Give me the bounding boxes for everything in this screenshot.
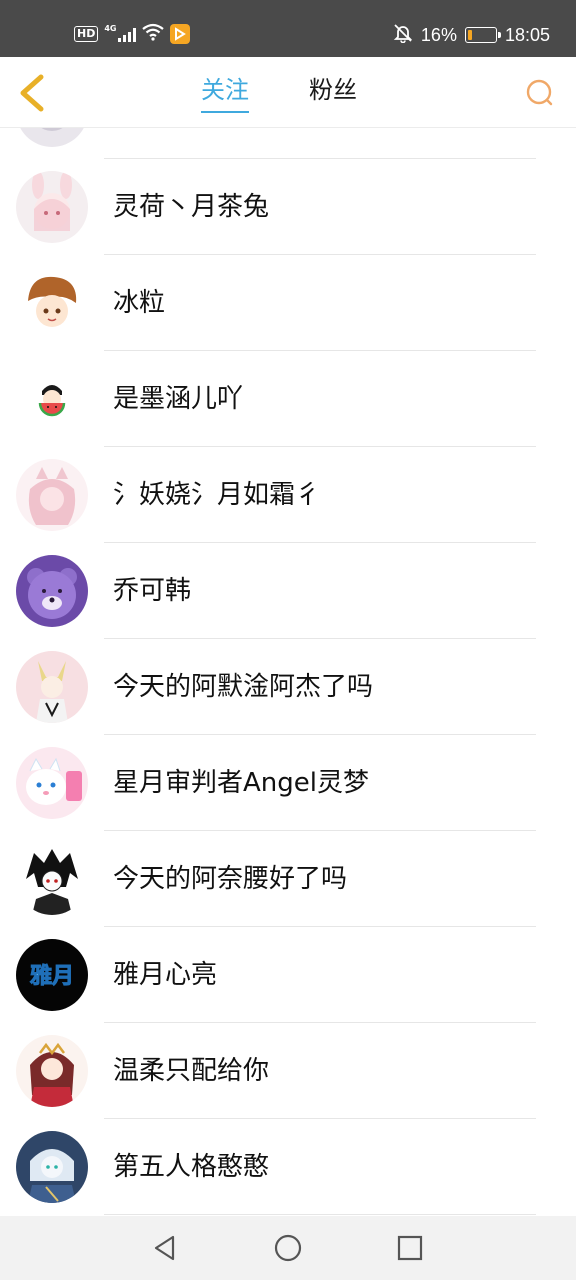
avatar xyxy=(16,747,88,819)
user-name: 灵荷丶月茶兔 xyxy=(113,192,270,222)
list-item[interactable]: 雅月 雅月心亮 xyxy=(0,927,576,1023)
list-item[interactable]: 第五人格憨憨 xyxy=(0,1119,576,1215)
user-name: 今天的阿奈腰好了吗 xyxy=(113,864,348,894)
tab-following[interactable]: 关注 xyxy=(201,75,249,113)
list-item[interactable]: 今天的阿奈腰好了吗 xyxy=(0,831,576,927)
user-name: 乔可韩 xyxy=(113,576,192,606)
avatar xyxy=(16,128,88,147)
list-item[interactable]: 灵荷丶月茶兔 xyxy=(0,159,576,255)
avatar xyxy=(16,843,88,915)
avatar xyxy=(16,459,88,531)
user-name: 氵妖娆氵月如霜彳 xyxy=(113,480,322,510)
list-item[interactable]: 温柔只配给你 xyxy=(0,1023,576,1119)
avatar xyxy=(16,267,88,339)
user-name: 雅月心亮 xyxy=(113,960,218,990)
list-item[interactable]: 冰粒 xyxy=(0,255,576,351)
network-type: 4G xyxy=(104,23,117,33)
user-name: 第五人格憨憨 xyxy=(113,1152,270,1182)
follow-list[interactable]: 灵荷丶月茶兔 冰粒 是墨涵儿吖 氵妖娆氵月如霜彳 乔可韩 今天的阿默淦阿杰了吗 … xyxy=(0,128,576,1216)
user-name: 冰粒 xyxy=(113,288,166,318)
search-icon xyxy=(526,79,553,106)
avatar: 雅月 xyxy=(16,939,88,1011)
tab-bar: 关注 粉丝 xyxy=(0,57,576,128)
circle-home-icon xyxy=(274,1234,302,1262)
bell-off-icon xyxy=(393,23,413,48)
list-item[interactable]: 氵妖娆氵月如霜彳 xyxy=(0,447,576,543)
nav-recents-button[interactable] xyxy=(390,1228,430,1268)
hd-badge: HD xyxy=(74,26,99,42)
avatar xyxy=(16,651,88,723)
list-item[interactable] xyxy=(0,128,576,159)
user-name: 是墨涵儿吖 xyxy=(113,384,244,414)
triangle-back-icon xyxy=(154,1235,175,1261)
square-recents-icon xyxy=(397,1235,423,1261)
search-button[interactable] xyxy=(522,75,558,111)
system-navigation-bar xyxy=(0,1216,576,1280)
battery-percent: 16% xyxy=(420,24,457,45)
wifi-icon xyxy=(142,23,165,45)
user-name: 星月审判者Angel灵梦 xyxy=(113,768,369,798)
nav-home-button[interactable] xyxy=(268,1228,308,1268)
list-item[interactable]: 是墨涵儿吖 xyxy=(0,351,576,447)
list-item[interactable]: 乔可韩 xyxy=(0,543,576,639)
list-item[interactable]: 今天的阿默淦阿杰了吗 xyxy=(0,639,576,735)
status-right: 16% 18:05 xyxy=(393,22,550,48)
tab-fans[interactable]: 粉丝 xyxy=(309,75,357,105)
status-left: HD 4G xyxy=(74,22,191,46)
avatar-text: 雅月 xyxy=(30,963,74,989)
user-name: 今天的阿默淦阿杰了吗 xyxy=(113,672,374,702)
top-nav-header: 关注 粉丝 xyxy=(0,57,576,128)
app-notification-icon xyxy=(170,24,191,44)
user-name: 温柔只配给你 xyxy=(113,1056,270,1086)
signal-icon xyxy=(118,26,137,42)
avatar xyxy=(16,1035,88,1107)
row-divider xyxy=(104,1214,536,1215)
battery-icon xyxy=(464,27,501,43)
avatar xyxy=(16,1131,88,1203)
avatar xyxy=(16,171,88,243)
avatar xyxy=(16,363,88,435)
avatar xyxy=(16,555,88,627)
nav-back-button[interactable] xyxy=(145,1228,185,1268)
list-item[interactable]: 星月审判者Angel灵梦 xyxy=(0,735,576,831)
clock: 18:05 xyxy=(504,24,550,45)
status-bar: HD 4G 16% 18:05 xyxy=(0,0,576,57)
